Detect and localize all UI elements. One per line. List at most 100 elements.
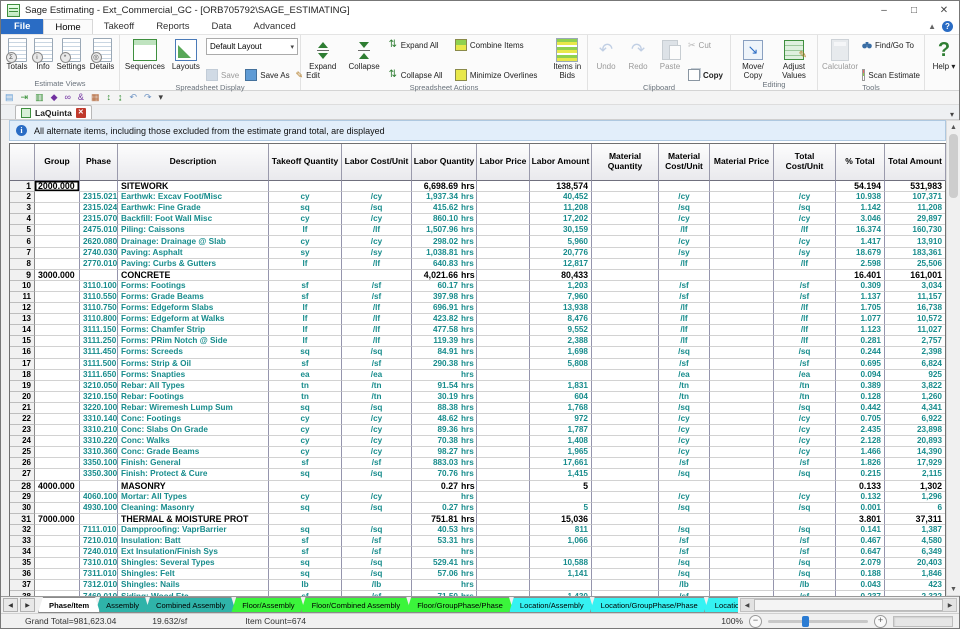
cell-labor-cost-unit[interactable]: /sf [342, 359, 412, 370]
cell-labor-amount[interactable]: 138,574 [530, 181, 592, 192]
cell-material-quantity[interactable] [592, 359, 659, 370]
cell-description[interactable]: Forms: PRim Notch @ Side [118, 336, 269, 347]
cell-labor-quantity[interactable]: hrs [412, 370, 477, 381]
cell-material-price[interactable] [710, 303, 774, 314]
cell-total-cost-unit[interactable]: /sq [774, 558, 836, 569]
cell-material-quantity[interactable] [592, 192, 659, 203]
row-number[interactable]: 33 [10, 536, 35, 547]
cell-labor-cost-unit[interactable]: /lf [342, 325, 412, 336]
cell-material-quantity[interactable] [592, 214, 659, 225]
cell-group[interactable]: 3000.000 [35, 270, 80, 281]
cell-percent-total[interactable]: 0.215 [836, 469, 885, 480]
cell-total-cost-unit[interactable]: /sq [774, 203, 836, 214]
cell-total-amount[interactable]: 6,922 [885, 414, 945, 425]
cell-description[interactable]: Paving: Asphalt [118, 248, 269, 259]
col-material-cost-unit[interactable]: Material Cost/Unit [659, 144, 710, 181]
cell-description[interactable]: Paving: Curbs & Gutters [118, 259, 269, 270]
cell-labor-amount[interactable]: 1,408 [530, 436, 592, 447]
row-number[interactable]: 36 [10, 569, 35, 580]
cell-material-cost-unit[interactable]: /sf [659, 359, 710, 370]
cell-group[interactable] [35, 425, 80, 436]
cell-description[interactable]: Finish: Protect & Cure [118, 469, 269, 480]
cell-labor-price[interactable] [477, 547, 530, 558]
cell-takeoff-quantity[interactable]: cy [269, 192, 342, 203]
cell-labor-amount[interactable] [530, 492, 592, 503]
cell-total-amount[interactable]: 1,846 [885, 569, 945, 580]
cell-group[interactable] [35, 392, 80, 403]
cell-takeoff-quantity[interactable]: sq [269, 558, 342, 569]
col-labor-price[interactable]: Labor Price [477, 144, 530, 181]
cell-phase[interactable]: 3350.300 [80, 469, 118, 480]
row-number[interactable]: 2 [10, 192, 35, 203]
cell-total-amount[interactable]: 20,403 [885, 558, 945, 569]
cell-labor-amount[interactable]: 1,831 [530, 381, 592, 392]
cell-percent-total[interactable]: 1.705 [836, 303, 885, 314]
cell-material-cost-unit[interactable]: /cy [659, 192, 710, 203]
collapse-all-button[interactable]: ⇅Collapse All [388, 68, 451, 82]
cell-material-quantity[interactable] [592, 392, 659, 403]
cell-labor-quantity[interactable]: 57.06hrs [412, 569, 477, 580]
cell-labor-cost-unit[interactable]: /cy [342, 214, 412, 225]
cell-labor-quantity[interactable]: 883.03hrs [412, 458, 477, 469]
cell-material-cost-unit[interactable]: /tn [659, 392, 710, 403]
cell-labor-quantity[interactable]: 60.17hrs [412, 281, 477, 292]
cell-labor-amount[interactable]: 1,768 [530, 403, 592, 414]
settings-button[interactable]: * Settings [55, 37, 87, 72]
cell-group[interactable] [35, 414, 80, 425]
cell-labor-quantity[interactable]: 48.62hrs [412, 414, 477, 425]
cell-takeoff-quantity[interactable]: lb [269, 580, 342, 591]
cell-phase[interactable]: 2740.030 [80, 248, 118, 259]
cell-group[interactable] [35, 503, 80, 514]
cell-material-quantity[interactable] [592, 492, 659, 503]
cell-percent-total[interactable]: 0.001 [836, 503, 885, 514]
cell-phase[interactable]: 7210.010 [80, 536, 118, 547]
cell-labor-quantity[interactable]: 70.38hrs [412, 436, 477, 447]
cell-total-amount[interactable]: 2,757 [885, 336, 945, 347]
cell-material-cost-unit[interactable] [659, 481, 710, 492]
cell-group[interactable] [35, 325, 80, 336]
cell-total-amount[interactable]: 925 [885, 370, 945, 381]
row-number[interactable]: 8 [10, 259, 35, 270]
cell-labor-cost-unit[interactable]: /lf [342, 259, 412, 270]
cell-total-cost-unit[interactable]: /sq [774, 503, 836, 514]
cell-total-amount[interactable]: 11,157 [885, 292, 945, 303]
cell-group[interactable] [35, 381, 80, 392]
cell-material-cost-unit[interactable]: /sf [659, 547, 710, 558]
cell-phase[interactable]: 3110.550 [80, 292, 118, 303]
cell-percent-total[interactable]: 18.679 [836, 248, 885, 259]
cell-takeoff-quantity[interactable] [269, 181, 342, 192]
copy-button[interactable]: Copy [688, 68, 726, 82]
row-number[interactable]: 18 [10, 370, 35, 381]
row-number[interactable]: 6 [10, 236, 35, 247]
cell-takeoff-quantity[interactable]: cy [269, 447, 342, 458]
cell-labor-price[interactable] [477, 569, 530, 580]
find-goto-button[interactable]: Find/Go To [862, 38, 920, 52]
cell-phase[interactable]: 3210.150 [80, 392, 118, 403]
cell-material-quantity[interactable] [592, 481, 659, 492]
cell-material-price[interactable] [710, 359, 774, 370]
cell-takeoff-quantity[interactable]: cy [269, 236, 342, 247]
info-button[interactable]: i Info [31, 37, 55, 72]
cell-percent-total[interactable]: 2.435 [836, 425, 885, 436]
cell-takeoff-quantity[interactable]: tn [269, 381, 342, 392]
cell-total-cost-unit[interactable]: /sf [774, 359, 836, 370]
cell-description[interactable]: Shingles: Nails [118, 580, 269, 591]
cell-total-amount[interactable]: 3,034 [885, 281, 945, 292]
cell-labor-quantity[interactable]: 89.36hrs [412, 425, 477, 436]
cell-total-amount[interactable]: 1,302 [885, 481, 945, 492]
cell-phase[interactable]: 3310.360 [80, 447, 118, 458]
cell-total-amount[interactable]: 13,910 [885, 236, 945, 247]
cell-total-amount[interactable]: 11,027 [885, 325, 945, 336]
cell-labor-amount[interactable]: 1,066 [530, 536, 592, 547]
cell-material-price[interactable] [710, 203, 774, 214]
cell-takeoff-quantity[interactable] [269, 514, 342, 525]
cell-labor-price[interactable] [477, 458, 530, 469]
cell-material-quantity[interactable] [592, 259, 659, 270]
row-number[interactable]: 28 [10, 481, 35, 492]
cell-takeoff-quantity[interactable]: sf [269, 547, 342, 558]
cell-percent-total[interactable]: 0.133 [836, 481, 885, 492]
cell-total-amount[interactable]: 4,580 [885, 536, 945, 547]
vertical-scroll-thumb[interactable] [949, 134, 958, 198]
cell-takeoff-quantity[interactable]: lf [269, 225, 342, 236]
cell-labor-quantity[interactable]: hrs [412, 547, 477, 558]
